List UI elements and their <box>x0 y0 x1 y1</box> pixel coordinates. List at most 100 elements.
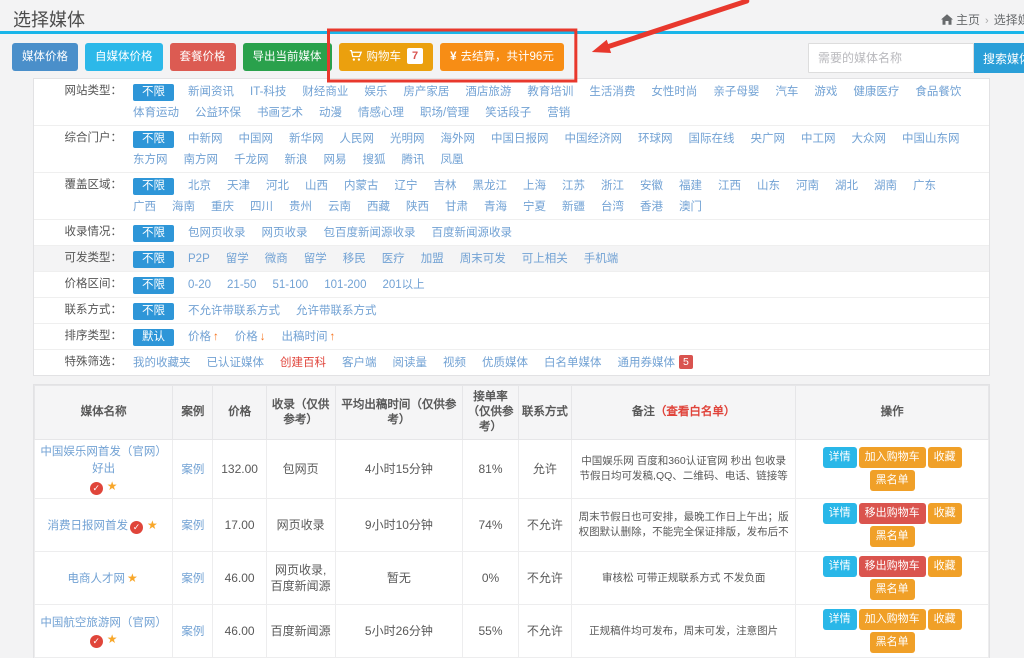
filter-option-special-filter-7[interactable]: 白名单媒体 <box>544 354 602 373</box>
whitelist-link[interactable]: （查看白名单） <box>655 406 736 418</box>
filter-option-contact-method-1[interactable]: 允许带联系方式 <box>296 302 377 321</box>
case-link[interactable]: 案例 <box>181 520 204 532</box>
filter-option-region-26[interactable]: 陕西 <box>406 198 429 217</box>
filter-selected-sort-type[interactable]: 默认 <box>133 329 174 346</box>
filter-option-portal-19[interactable]: 搜狐 <box>363 151 386 170</box>
favorite-button[interactable]: 收藏 <box>928 503 962 524</box>
filter-option-publishable-type-9[interactable]: 手机端 <box>584 250 619 269</box>
filter-option-site-type-1[interactable]: IT-科技 <box>250 83 286 102</box>
filter-option-portal-17[interactable]: 新浪 <box>285 151 308 170</box>
filter-option-site-type-7[interactable]: 生活消费 <box>589 83 635 102</box>
filter-option-publishable-type-5[interactable]: 医疗 <box>382 250 405 269</box>
media-name-link[interactable]: 消费日报网首发 <box>48 520 129 532</box>
detail-button[interactable]: 详情 <box>823 609 857 630</box>
filter-option-site-type-10[interactable]: 汽车 <box>775 83 798 102</box>
filter-option-price-range-0[interactable]: 0-20 <box>188 276 211 295</box>
filter-option-portal-14[interactable]: 东方网 <box>133 151 168 170</box>
filter-option-site-type-18[interactable]: 情感心理 <box>358 104 404 123</box>
filter-option-site-type-12[interactable]: 健康医疗 <box>853 83 899 102</box>
filter-option-region-14[interactable]: 山东 <box>757 177 780 196</box>
filter-selected-portal[interactable]: 不限 <box>133 131 174 148</box>
filter-option-sort-type-2[interactable]: 出稿时间↑ <box>282 328 336 347</box>
filter-option-region-7[interactable]: 黑龙江 <box>473 177 508 196</box>
filter-option-portal-15[interactable]: 南方网 <box>184 151 219 170</box>
filter-option-special-filter-0[interactable]: 我的收藏夹 <box>133 354 191 373</box>
filter-selected-contact-method[interactable]: 不限 <box>133 303 174 320</box>
blacklist-button[interactable]: 黑名单 <box>870 632 915 653</box>
filter-option-region-16[interactable]: 湖北 <box>835 177 858 196</box>
filter-option-site-type-19[interactable]: 职场/管理 <box>420 104 469 123</box>
filter-option-region-1[interactable]: 天津 <box>227 177 250 196</box>
filter-option-publishable-type-2[interactable]: 微商 <box>265 250 288 269</box>
filter-option-index-status-2[interactable]: 包百度新闻源收录 <box>324 224 416 243</box>
filter-option-site-type-3[interactable]: 娱乐 <box>364 83 387 102</box>
filter-option-special-filter-6[interactable]: 优质媒体 <box>482 354 528 373</box>
filter-option-publishable-type-3[interactable]: 留学 <box>304 250 327 269</box>
filter-option-site-type-17[interactable]: 动漫 <box>319 104 342 123</box>
filter-option-region-29[interactable]: 宁夏 <box>523 198 546 217</box>
filter-option-site-type-0[interactable]: 新闻资讯 <box>188 83 234 102</box>
filter-selected-site-type[interactable]: 不限 <box>133 84 174 101</box>
filter-option-region-21[interactable]: 重庆 <box>211 198 234 217</box>
detail-button[interactable]: 详情 <box>823 503 857 524</box>
remove-from-cart-button[interactable]: 移出购物车 <box>859 503 926 524</box>
filter-option-region-11[interactable]: 安徽 <box>640 177 663 196</box>
package-price-button[interactable]: 套餐价格 <box>170 43 236 71</box>
filter-option-region-8[interactable]: 上海 <box>523 177 546 196</box>
filter-option-site-type-16[interactable]: 书画艺术 <box>257 104 303 123</box>
filter-option-contact-method-0[interactable]: 不允许带联系方式 <box>188 302 280 321</box>
filter-option-site-type-20[interactable]: 笑话段子 <box>485 104 531 123</box>
filter-option-region-12[interactable]: 福建 <box>679 177 702 196</box>
filter-selected-region[interactable]: 不限 <box>133 178 174 195</box>
filter-option-site-type-13[interactable]: 食品餐饮 <box>915 83 961 102</box>
filter-option-portal-10[interactable]: 央广网 <box>751 130 786 149</box>
case-link[interactable]: 案例 <box>181 573 204 585</box>
filter-option-portal-8[interactable]: 环球网 <box>638 130 673 149</box>
filter-option-region-15[interactable]: 河南 <box>796 177 819 196</box>
favorite-button[interactable]: 收藏 <box>928 447 962 468</box>
filter-option-special-filter-8[interactable]: 通用券媒体5 <box>618 354 693 373</box>
filter-option-portal-1[interactable]: 中国网 <box>239 130 274 149</box>
filter-option-special-filter-4[interactable]: 阅读量 <box>393 354 428 373</box>
filter-option-index-status-1[interactable]: 网页收录 <box>262 224 308 243</box>
filter-option-region-27[interactable]: 甘肃 <box>445 198 468 217</box>
blacklist-button[interactable]: 黑名单 <box>870 579 915 600</box>
filter-option-region-24[interactable]: 云南 <box>328 198 351 217</box>
filter-option-site-type-5[interactable]: 酒店旅游 <box>465 83 511 102</box>
filter-selected-index-status[interactable]: 不限 <box>133 225 174 242</box>
filter-option-site-type-8[interactable]: 女性时尚 <box>651 83 697 102</box>
filter-option-price-range-3[interactable]: 101-200 <box>324 276 366 295</box>
case-link[interactable]: 案例 <box>181 464 204 476</box>
filter-option-portal-12[interactable]: 大众网 <box>852 130 887 149</box>
media-price-button[interactable]: 媒体价格 <box>12 43 78 71</box>
filter-option-publishable-type-7[interactable]: 周末可发 <box>460 250 506 269</box>
case-link[interactable]: 案例 <box>181 626 204 638</box>
filter-option-portal-9[interactable]: 国际在线 <box>689 130 735 149</box>
filter-option-region-33[interactable]: 澳门 <box>679 198 702 217</box>
filter-option-region-17[interactable]: 湖南 <box>874 177 897 196</box>
filter-option-portal-2[interactable]: 新华网 <box>289 130 324 149</box>
filter-option-site-type-2[interactable]: 财经商业 <box>302 83 348 102</box>
filter-option-region-25[interactable]: 西藏 <box>367 198 390 217</box>
filter-option-publishable-type-1[interactable]: 留学 <box>226 250 249 269</box>
filter-option-price-range-2[interactable]: 51-100 <box>272 276 308 295</box>
filter-option-portal-13[interactable]: 中国山东网 <box>902 130 960 149</box>
filter-option-region-5[interactable]: 辽宁 <box>395 177 418 196</box>
filter-option-index-status-0[interactable]: 包网页收录 <box>188 224 246 243</box>
filter-option-portal-3[interactable]: 人民网 <box>340 130 375 149</box>
filter-option-region-32[interactable]: 香港 <box>640 198 663 217</box>
search-button[interactable]: 搜索媒体 <box>974 43 1024 73</box>
filter-option-portal-4[interactable]: 光明网 <box>390 130 425 149</box>
filter-option-special-filter-1[interactable]: 已认证媒体 <box>207 354 265 373</box>
cart-button[interactable]: 购物车7 <box>339 43 434 71</box>
filter-option-region-31[interactable]: 台湾 <box>601 198 624 217</box>
filter-option-sort-type-1[interactable]: 价格↓ <box>235 328 266 347</box>
filter-option-publishable-type-8[interactable]: 可上相关 <box>522 250 568 269</box>
blacklist-button[interactable]: 黑名单 <box>870 526 915 547</box>
checkout-button[interactable]: ¥去结算，共计96元 <box>440 43 564 71</box>
filter-option-portal-11[interactable]: 中工网 <box>801 130 836 149</box>
filter-option-price-range-4[interactable]: 201以上 <box>382 276 424 295</box>
filter-option-region-20[interactable]: 海南 <box>172 198 195 217</box>
filter-option-price-range-1[interactable]: 21-50 <box>227 276 256 295</box>
favorite-button[interactable]: 收藏 <box>928 556 962 577</box>
